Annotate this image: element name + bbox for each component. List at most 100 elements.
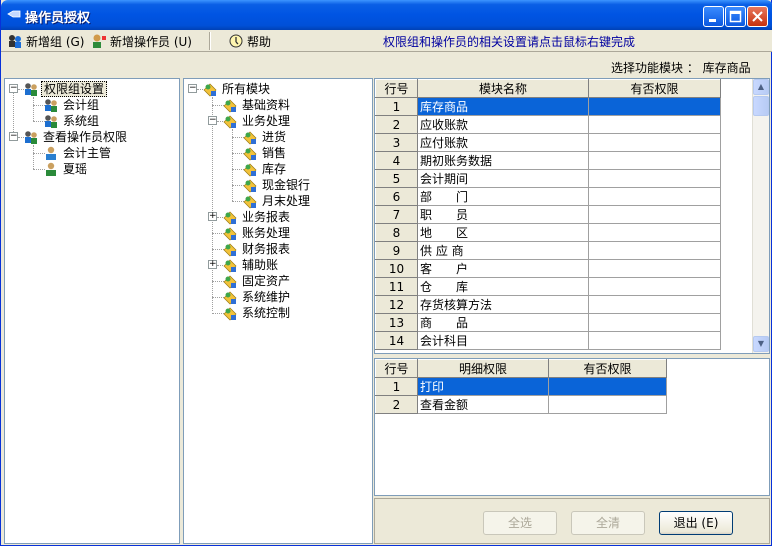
tree-node-auxiliary-ledger[interactable]: 辅助账 <box>222 257 280 273</box>
column-header-detail-permission[interactable]: 明细权限 <box>417 359 549 378</box>
exit-button[interactable]: 退出 (E) <box>659 511 733 535</box>
row-name-cell[interactable]: 仓 库 <box>417 277 589 296</box>
row-permission-cell[interactable] <box>588 115 721 134</box>
row-name-cell[interactable]: 地 区 <box>417 223 589 242</box>
minimize-button[interactable] <box>703 6 724 27</box>
tree-node-purchase[interactable]: 进货 <box>242 129 288 145</box>
row-permission-cell[interactable] <box>588 133 721 152</box>
row-permission-cell[interactable] <box>588 151 721 170</box>
table-row[interactable]: 13 商 品 <box>375 313 721 332</box>
tree-node-accounting[interactable]: 账务处理 <box>222 225 292 241</box>
table-row[interactable]: 11 仓 库 <box>375 277 721 296</box>
table-row[interactable]: 5 会计期间 <box>375 169 721 188</box>
table-row[interactable]: 2 应收账款 <box>375 115 721 134</box>
row-name-cell[interactable]: 存货核算方法 <box>417 295 589 314</box>
tree-node-system-group[interactable]: 系统组 <box>43 113 101 129</box>
row-name-cell[interactable]: 打印 <box>417 377 549 396</box>
row-name-cell[interactable]: 会计科目 <box>417 331 589 350</box>
tree-node-fixed-assets[interactable]: 固定资产 <box>222 273 292 289</box>
table-row[interactable]: 3 应付账款 <box>375 133 721 152</box>
table-row[interactable]: 1 打印 <box>375 377 667 396</box>
row-permission-cell[interactable] <box>588 241 721 260</box>
select-all-button[interactable]: 全选 <box>483 511 557 535</box>
row-permission-cell[interactable] <box>588 313 721 332</box>
scroll-up-button[interactable]: ▲ <box>753 79 769 95</box>
tree-node-sales[interactable]: 销售 <box>242 145 288 161</box>
tree-node-financial-reports[interactable]: 财务报表 <box>222 241 292 257</box>
scroll-down-button[interactable]: ▼ <box>753 336 769 352</box>
new-operator-button[interactable]: 新增操作员 (U) <box>91 33 192 49</box>
collapse-toggle[interactable]: − <box>188 84 197 93</box>
module-grid-scrollbar[interactable]: ▲ ▼ <box>752 79 769 353</box>
collapse-toggle[interactable]: − <box>208 116 217 125</box>
row-permission-cell[interactable] <box>588 223 721 242</box>
tree-node-view-operator-permissions[interactable]: 查看操作员权限 <box>23 129 129 145</box>
table-row[interactable]: 6部 门 <box>375 187 721 206</box>
tree-node-chief-accountant[interactable]: 会计主管 <box>43 145 113 161</box>
row-permission-cell[interactable] <box>588 205 721 224</box>
tree-node-inventory[interactable]: 库存 <box>242 161 288 177</box>
maximize-button[interactable] <box>725 6 746 27</box>
column-header-has-permission[interactable]: 有否权限 <box>548 359 667 378</box>
table-row[interactable]: 9供 应 商 <box>375 241 721 260</box>
row-name-cell[interactable]: 部 门 <box>417 187 589 206</box>
tree-node-all-modules[interactable]: 所有模块 <box>202 81 272 97</box>
table-row[interactable]: 2 查看金额 <box>375 395 667 414</box>
row-name-cell[interactable]: 职 员 <box>417 205 589 224</box>
row-permission-cell[interactable] <box>588 97 721 116</box>
table-row[interactable]: 1 库存商品 <box>375 97 721 116</box>
tree-node-system-maintenance[interactable]: 系统维护 <box>222 289 292 305</box>
row-name-cell[interactable]: 查看金额 <box>417 395 549 414</box>
row-name-cell[interactable]: 应付账款 <box>417 133 589 152</box>
row-permission-cell[interactable] <box>588 169 721 188</box>
column-header-module-name[interactable]: 模块名称 <box>417 79 589 98</box>
row-permission-cell[interactable] <box>548 395 667 414</box>
table-row[interactable]: 10 客 户 <box>375 259 721 278</box>
tree-node-system-control[interactable]: 系统控制 <box>222 305 292 321</box>
column-header-has-permission[interactable]: 有否权限 <box>588 79 721 98</box>
collapse-toggle[interactable]: − <box>9 132 18 141</box>
tree-node-label: 固定资产 <box>242 274 291 288</box>
column-header-row-no[interactable]: 行号 <box>375 359 418 378</box>
detail-permission-grid: 行号 明细权限 有否权限 1 打印 2 查看金额 <box>374 358 770 496</box>
row-name-cell[interactable]: 应收账款 <box>417 115 589 134</box>
table-row[interactable]: 14 会计科目 <box>375 331 721 350</box>
tree-node-month-end[interactable]: 月末处理 <box>242 193 312 209</box>
row-number: 10 <box>375 259 418 278</box>
table-row[interactable]: 4 期初账务数据 <box>375 151 721 170</box>
new-group-button[interactable]: 新增组 (G) <box>7 33 84 49</box>
scroll-thumb[interactable] <box>753 96 769 116</box>
expand-toggle[interactable]: + <box>208 260 217 269</box>
table-row[interactable]: 7职 员 <box>375 205 721 224</box>
tree-node-permission-groups[interactable]: 权限组设置 <box>23 81 108 97</box>
row-name-cell[interactable]: 期初账务数据 <box>417 151 589 170</box>
tree-node-label: 系统控制 <box>242 306 291 320</box>
tree-node-xia-yao[interactable]: 夏瑶 <box>43 161 89 177</box>
toolbar: 新增组 (G) 新增操作员 (U) 帮助 权限组和操作员的相关设置请点击鼠标右键… <box>1 30 772 52</box>
tree-node-accounting-group[interactable]: 会计组 <box>43 97 101 113</box>
collapse-toggle[interactable]: − <box>9 84 18 93</box>
table-row[interactable]: 12 存货核算方法 <box>375 295 721 314</box>
row-permission-cell[interactable] <box>588 331 721 350</box>
row-name-cell[interactable]: 商 品 <box>417 313 589 332</box>
column-header-row-no[interactable]: 行号 <box>375 79 418 98</box>
row-permission-cell[interactable] <box>588 187 721 206</box>
clear-all-button[interactable]: 全清 <box>571 511 645 535</box>
expand-toggle[interactable]: + <box>208 212 217 221</box>
row-name-cell[interactable]: 库存商品 <box>417 97 589 116</box>
tree-node-business-reports[interactable]: 业务报表 <box>222 209 292 225</box>
row-permission-cell[interactable] <box>588 259 721 278</box>
table-row[interactable]: 8地 区 <box>375 223 721 242</box>
module-selection-label: 选择功能模块 ： <box>611 61 699 75</box>
row-name-cell[interactable]: 客 户 <box>417 259 589 278</box>
close-button[interactable] <box>747 6 768 27</box>
row-permission-cell[interactable] <box>588 277 721 296</box>
row-name-cell[interactable]: 供 应 商 <box>417 241 589 260</box>
row-permission-cell[interactable] <box>588 295 721 314</box>
row-name-cell[interactable]: 会计期间 <box>417 169 589 188</box>
tree-node-basic-data[interactable]: 基础资料 <box>222 97 292 113</box>
tree-node-business-processing[interactable]: 业务处理 <box>222 113 292 129</box>
help-button[interactable]: 帮助 <box>228 33 271 49</box>
tree-node-cash-bank[interactable]: 现金银行 <box>242 177 312 193</box>
row-permission-cell[interactable] <box>548 377 667 396</box>
